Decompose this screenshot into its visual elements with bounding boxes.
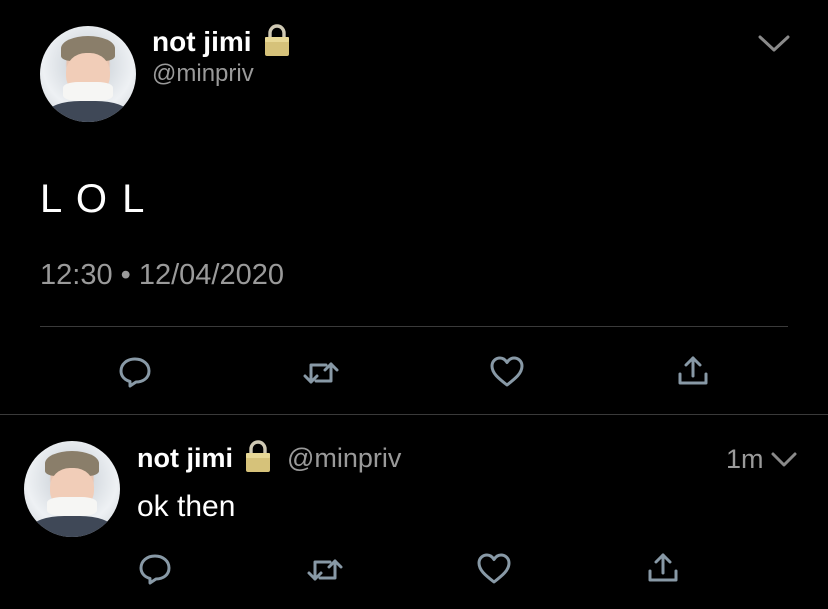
share-button[interactable] <box>646 549 680 585</box>
heart-icon <box>477 553 511 584</box>
reply-icon <box>119 357 151 388</box>
like-button[interactable] <box>488 354 526 390</box>
tweet-timestamp[interactable]: 12:30 • 12/04/2020 <box>40 259 284 292</box>
chevron-down-icon <box>758 35 790 52</box>
lock-icon <box>243 439 273 478</box>
share-icon <box>678 356 708 385</box>
avatar-shirt <box>47 100 129 122</box>
retweet-icon <box>307 559 343 581</box>
section-divider <box>0 414 828 415</box>
reply-button[interactable] <box>137 551 173 587</box>
share-icon <box>648 553 678 582</box>
retweet-icon <box>303 362 339 384</box>
more-options-button[interactable] <box>768 446 800 472</box>
handle[interactable]: @minpriv <box>152 60 254 88</box>
handle[interactable]: @minpriv <box>287 443 401 474</box>
tweet-text: ok then <box>137 490 236 523</box>
share-button[interactable] <box>676 352 710 388</box>
avatar[interactable] <box>24 441 120 537</box>
more-options-button[interactable] <box>754 28 794 58</box>
reply-author-row: not jimi @minpriv <box>137 439 401 478</box>
retweet-button[interactable] <box>306 553 344 587</box>
retweet-button[interactable] <box>302 356 340 390</box>
avatar[interactable] <box>40 26 136 122</box>
time-ago[interactable]: 1m <box>726 444 764 475</box>
avatar-shirt <box>31 515 113 537</box>
reply-button[interactable] <box>117 354 153 390</box>
lock-icon <box>262 23 292 62</box>
like-button[interactable] <box>475 551 513 587</box>
divider <box>40 326 788 327</box>
display-name[interactable]: not jimi <box>152 26 252 58</box>
author-row: not jimi <box>152 23 292 62</box>
reply-icon <box>139 554 171 585</box>
tweet-text: L O L <box>40 177 147 221</box>
avatar-mask <box>47 496 97 516</box>
display-name[interactable]: not jimi <box>137 443 233 474</box>
heart-icon <box>490 356 524 387</box>
chevron-down-icon <box>771 452 797 467</box>
avatar-mask <box>63 81 113 101</box>
